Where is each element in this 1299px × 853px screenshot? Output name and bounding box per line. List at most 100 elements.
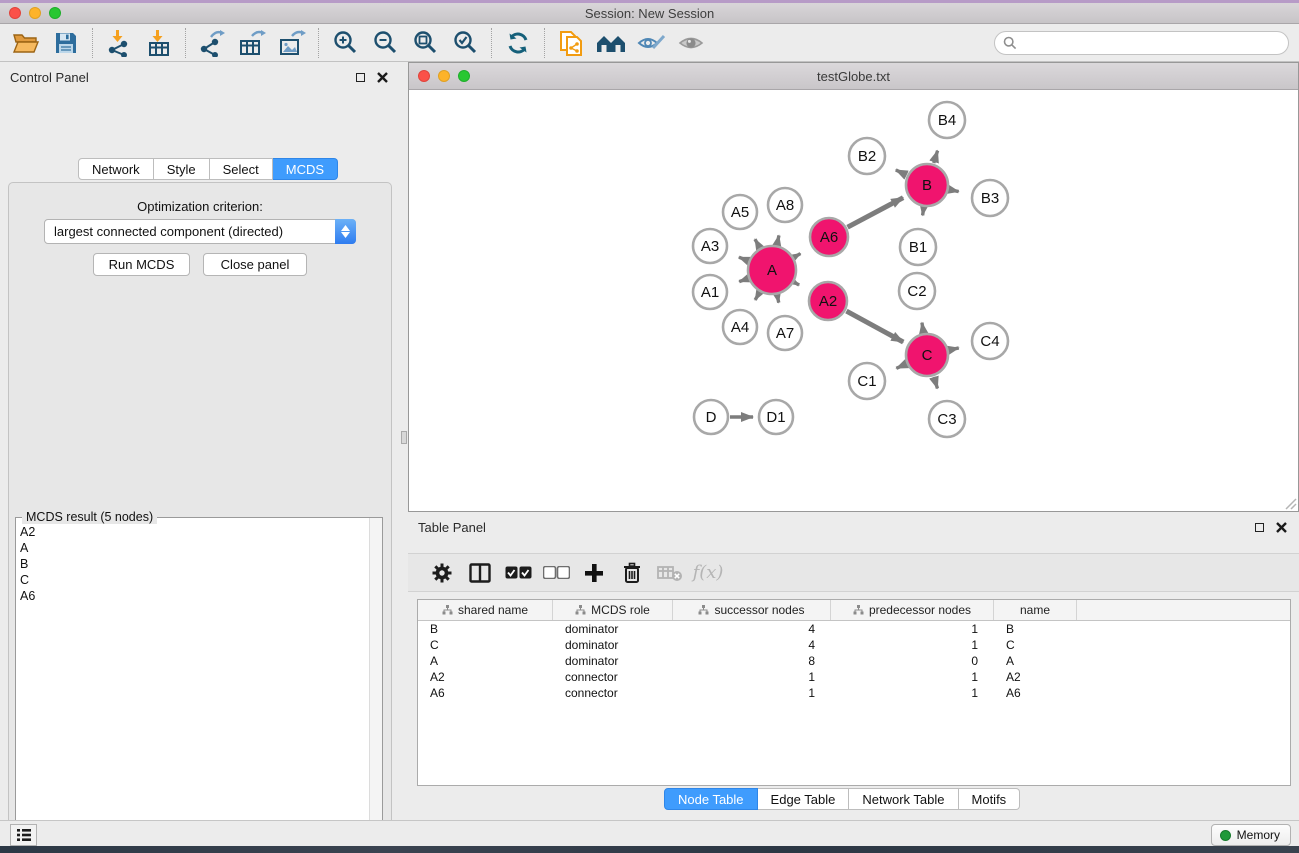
cell-shared-name[interactable]: B — [418, 621, 553, 637]
cell-MCDS-role[interactable]: dominator — [553, 637, 673, 653]
edge-A-A3[interactable] — [739, 257, 748, 260]
edge-B-B2[interactable] — [896, 170, 906, 175]
column-header-name[interactable]: name — [994, 600, 1077, 620]
zoom-in-button[interactable] — [325, 27, 365, 59]
cell-predecessor-nodes[interactable]: 0 — [831, 653, 994, 669]
cell-predecessor-nodes[interactable]: 1 — [831, 685, 994, 701]
apply-function-button[interactable]: f(x) — [689, 557, 727, 589]
edge-C-C2[interactable] — [922, 323, 924, 333]
export-image-button[interactable] — [272, 27, 312, 59]
tab-style[interactable]: Style — [154, 158, 210, 180]
column-header-successor-nodes[interactable]: successor nodes — [673, 600, 831, 620]
graph-node-D1[interactable]: D1 — [759, 400, 793, 434]
edge-A-A1[interactable] — [739, 279, 747, 282]
edge-A6-B[interactable] — [848, 198, 904, 228]
cell-successor-nodes[interactable]: 1 — [673, 669, 831, 685]
hide-selected-button[interactable] — [631, 27, 671, 59]
table-row[interactable]: A6connector11A6 — [418, 685, 1290, 701]
column-header-MCDS-role[interactable]: MCDS role — [553, 600, 673, 620]
cell-MCDS-role[interactable]: dominator — [553, 653, 673, 669]
table-close-button[interactable] — [1273, 519, 1289, 535]
resize-grip-icon[interactable] — [1283, 496, 1297, 510]
table-row[interactable]: A2connector11A2 — [418, 669, 1290, 685]
zoom-selected-button[interactable] — [445, 27, 485, 59]
graph-node-A6[interactable]: A6 — [810, 218, 848, 256]
graph-node-A[interactable]: A — [748, 246, 796, 294]
tab-network-table[interactable]: Network Table — [849, 788, 958, 810]
graph-node-B2[interactable]: B2 — [849, 138, 885, 174]
delete-columns-button[interactable] — [613, 557, 651, 589]
search-field[interactable] — [994, 31, 1289, 55]
cell-MCDS-role[interactable]: connector — [553, 685, 673, 701]
result-item[interactable]: A — [20, 540, 366, 556]
cell-name[interactable]: A2 — [994, 669, 1077, 685]
refresh-view-button[interactable] — [498, 27, 538, 59]
import-table-button[interactable] — [139, 27, 179, 59]
deselect-all-rows-button[interactable] — [537, 557, 575, 589]
tab-edge-table[interactable]: Edge Table — [758, 788, 850, 810]
cell-shared-name[interactable]: A2 — [418, 669, 553, 685]
cell-MCDS-role[interactable]: dominator — [553, 621, 673, 637]
cell-MCDS-role[interactable]: connector — [553, 669, 673, 685]
cell-successor-nodes[interactable]: 4 — [673, 621, 831, 637]
edge-A-A4[interactable] — [755, 293, 759, 300]
tab-motifs[interactable]: Motifs — [959, 788, 1021, 810]
graph-node-B4[interactable]: B4 — [929, 102, 965, 138]
cell-name[interactable]: A6 — [994, 685, 1077, 701]
edge-A-A8[interactable] — [777, 235, 779, 244]
table-row[interactable]: Cdominator41C — [418, 637, 1290, 653]
task-history-button[interactable] — [10, 824, 37, 846]
graph-node-A4[interactable]: A4 — [723, 310, 757, 344]
import-network-button[interactable] — [99, 27, 139, 59]
add-column-button[interactable] — [575, 557, 613, 589]
criterion-select[interactable]: largest connected component (directed) — [44, 219, 356, 244]
graph-node-B3[interactable]: B3 — [972, 180, 1008, 216]
cell-shared-name[interactable]: A6 — [418, 685, 553, 701]
result-item[interactable]: B — [20, 556, 366, 572]
column-header-shared-name[interactable]: shared name — [418, 600, 553, 620]
edge-A-A7[interactable] — [777, 295, 778, 302]
graph-node-C3[interactable]: C3 — [929, 401, 965, 437]
cell-shared-name[interactable]: A — [418, 653, 553, 669]
result-item[interactable]: C — [20, 572, 366, 588]
cell-predecessor-nodes[interactable]: 1 — [831, 621, 994, 637]
cell-name[interactable]: B — [994, 621, 1077, 637]
graph-node-D[interactable]: D — [694, 400, 728, 434]
save-session-button[interactable] — [46, 27, 86, 59]
cell-shared-name[interactable]: C — [418, 637, 553, 653]
graph-node-C2[interactable]: C2 — [899, 273, 935, 309]
edge-B-B1[interactable] — [923, 208, 924, 216]
search-input[interactable] — [1022, 36, 1272, 51]
edge-C-C1[interactable] — [896, 364, 906, 368]
graph-node-C1[interactable]: C1 — [849, 363, 885, 399]
cell-successor-nodes[interactable]: 8 — [673, 653, 831, 669]
close-panel-x-button[interactable] — [374, 69, 390, 85]
result-item[interactable]: A6 — [20, 588, 366, 604]
graph-node-B[interactable]: B — [906, 164, 948, 206]
cell-successor-nodes[interactable]: 4 — [673, 637, 831, 653]
edge-C-C3[interactable] — [934, 377, 938, 389]
clone-network-button[interactable] — [551, 27, 591, 59]
close-panel-button[interactable]: Close panel — [203, 253, 307, 276]
cell-name[interactable]: C — [994, 637, 1077, 653]
open-file-button[interactable] — [6, 27, 46, 59]
delete-table-button[interactable] — [651, 557, 689, 589]
edge-B-B3[interactable] — [950, 190, 959, 192]
table-row[interactable]: Adominator80A — [418, 653, 1290, 669]
graph-node-B1[interactable]: B1 — [900, 229, 936, 265]
tab-mcds[interactable]: MCDS — [273, 158, 338, 180]
tab-select[interactable]: Select — [210, 158, 273, 180]
zoom-out-button[interactable] — [365, 27, 405, 59]
graph-node-A2[interactable]: A2 — [809, 282, 847, 320]
zoom-fit-button[interactable] — [405, 27, 445, 59]
graph-node-C[interactable]: C — [906, 334, 948, 376]
graph-node-A3[interactable]: A3 — [693, 229, 727, 263]
tab-network[interactable]: Network — [78, 158, 154, 180]
run-mcds-button[interactable]: Run MCDS — [93, 253, 190, 276]
graph-node-A8[interactable]: A8 — [768, 188, 802, 222]
edge-B-B4[interactable] — [934, 151, 938, 163]
vertical-splitter-grip[interactable] — [401, 431, 407, 444]
table-float-button[interactable] — [1251, 519, 1267, 535]
export-table-button[interactable] — [232, 27, 272, 59]
memory-button[interactable]: Memory — [1211, 824, 1291, 846]
